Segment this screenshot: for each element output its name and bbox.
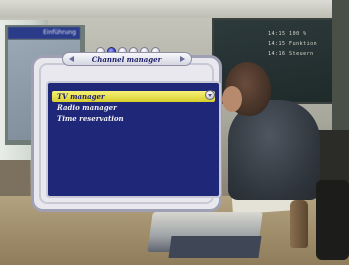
background-ceiling [0,0,349,18]
background-screen-line: 14:15 100 % [268,31,307,37]
menu-item-tv-manager[interactable]: TV manager [52,91,215,102]
background-chair [316,180,349,260]
title-left-arrow-icon[interactable] [68,56,74,62]
background-screen-line: 14:16 Steuern [268,51,314,57]
menu-list: TV manager Radio manager Time reservatio… [46,81,221,198]
background-screen-line: 14:15 Funktion [268,41,318,47]
background-books-cover [168,236,262,258]
scroll-arrow-icon[interactable] [205,90,215,100]
background-person-face [222,86,242,112]
title-right-arrow-icon[interactable] [179,56,185,62]
dialog-titlebar: Channel manager [61,52,192,66]
menu-item-time-reservation[interactable]: Time reservation [52,113,215,124]
background-screen-tag: Einführung [8,27,80,39]
menu-item-radio-manager[interactable]: Radio manager [52,102,215,113]
background-bottle [290,200,308,248]
dialog-title: Channel manager [91,54,162,64]
background-right-wall [332,0,349,140]
channel-manager-dialog: Channel manager TV manager Radio manager… [31,52,222,212]
